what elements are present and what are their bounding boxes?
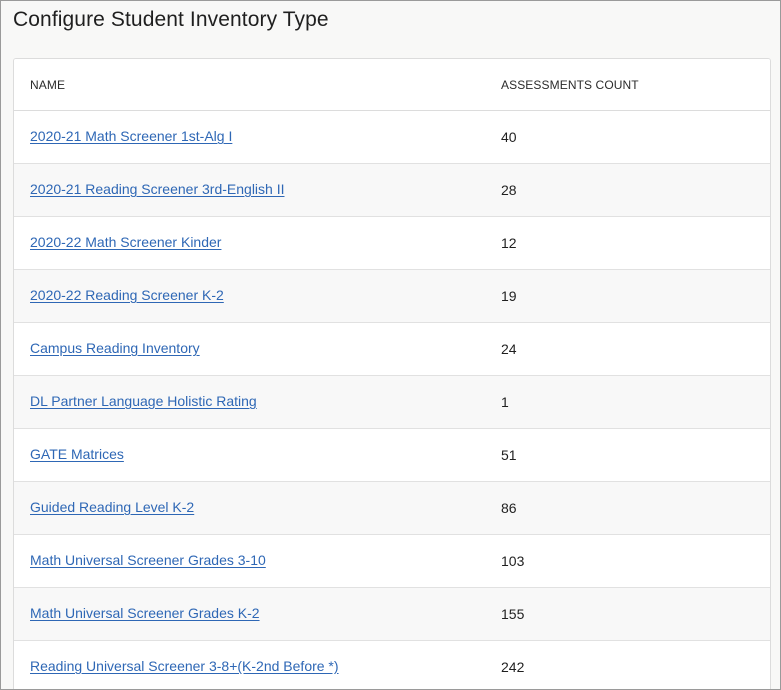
inventory-type-table: NAME ASSESSMENTS COUNT 2020-21 Math Scre… [13, 58, 771, 689]
inventory-type-link[interactable]: 2020-21 Math Screener 1st-Alg I [30, 128, 232, 144]
table-row: Math Universal Screener Grades K-2 155 [14, 588, 770, 641]
inventory-type-link[interactable]: Guided Reading Level K-2 [30, 499, 194, 515]
column-header-name[interactable]: NAME [14, 78, 501, 92]
inventory-type-link[interactable]: 2020-21 Reading Screener 3rd-English II [30, 181, 285, 197]
table-row: 2020-22 Math Screener Kinder 12 [14, 217, 770, 270]
inventory-type-link[interactable]: Math Universal Screener Grades 3-10 [30, 552, 266, 568]
assessments-count: 103 [501, 553, 525, 569]
assessments-count: 155 [501, 606, 525, 622]
table-row: 2020-22 Reading Screener K-2 19 [14, 270, 770, 323]
table-row: Campus Reading Inventory 24 [14, 323, 770, 376]
inventory-type-link[interactable]: 2020-22 Math Screener Kinder [30, 234, 221, 250]
column-header-assessments-count[interactable]: ASSESSMENTS COUNT [501, 78, 770, 92]
assessments-count: 86 [501, 500, 517, 516]
table-body: 2020-21 Math Screener 1st-Alg I 40 2020-… [14, 111, 770, 689]
assessments-count: 28 [501, 182, 517, 198]
inventory-type-link[interactable]: Campus Reading Inventory [30, 340, 200, 356]
inventory-type-link[interactable]: 2020-22 Reading Screener K-2 [30, 287, 224, 303]
table-row: Guided Reading Level K-2 86 [14, 482, 770, 535]
table-row: Reading Universal Screener 3-8+(K-2nd Be… [14, 641, 770, 689]
assessments-count: 51 [501, 447, 517, 463]
table-header: NAME ASSESSMENTS COUNT [14, 59, 770, 111]
app-window: Configure Student Inventory Type NAME AS… [0, 0, 781, 690]
assessments-count: 19 [501, 288, 517, 304]
table-row: GATE Matrices 51 [14, 429, 770, 482]
table-row: DL Partner Language Holistic Rating 1 [14, 376, 770, 429]
assessments-count: 24 [501, 341, 517, 357]
inventory-type-link[interactable]: Reading Universal Screener 3-8+(K-2nd Be… [30, 658, 339, 674]
table-row: 2020-21 Math Screener 1st-Alg I 40 [14, 111, 770, 164]
table-row: 2020-21 Reading Screener 3rd-English II … [14, 164, 770, 217]
inventory-type-link[interactable]: Math Universal Screener Grades K-2 [30, 605, 260, 621]
assessments-count: 242 [501, 659, 525, 675]
assessments-count: 12 [501, 235, 517, 251]
table-row: Math Universal Screener Grades 3-10 103 [14, 535, 770, 588]
page-title: Configure Student Inventory Type [13, 8, 329, 31]
assessments-count: 1 [501, 394, 509, 410]
assessments-count: 40 [501, 129, 517, 145]
inventory-type-link[interactable]: DL Partner Language Holistic Rating [30, 393, 257, 409]
inventory-type-link[interactable]: GATE Matrices [30, 446, 124, 462]
